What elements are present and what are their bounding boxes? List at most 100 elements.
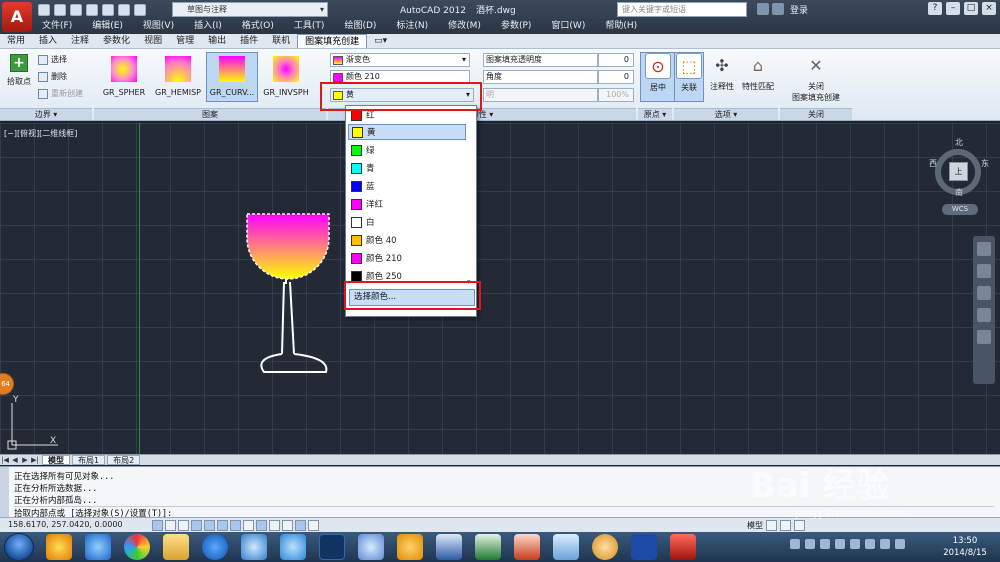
powerpoint-icon[interactable] (514, 534, 540, 560)
origin-panel-title[interactable]: 原点 ▾ (638, 108, 672, 120)
orbit-icon[interactable] (977, 308, 991, 322)
select-objects-button[interactable]: 选择 (38, 54, 67, 65)
tab-layout2[interactable]: 布局2 (107, 455, 141, 465)
wcs-menu[interactable]: WCS (942, 204, 978, 215)
pan-icon[interactable] (977, 264, 991, 278)
tray-icon[interactable] (880, 539, 890, 549)
close-icon[interactable]: × (982, 2, 996, 15)
login-link[interactable]: 登录 (790, 3, 808, 16)
tab-view[interactable]: 视图 (137, 34, 169, 48)
color-option-cyan[interactable]: 青 (348, 160, 466, 176)
browser-icon[interactable] (124, 534, 150, 560)
color-option-210[interactable]: 颜色 210 (348, 250, 466, 266)
tab-online[interactable]: 联机 (265, 34, 297, 48)
user-icon[interactable] (772, 3, 784, 15)
search-input[interactable]: 键入关键字或短语 (617, 2, 747, 17)
angle-field[interactable]: 角度 (483, 70, 598, 84)
glass-bowl[interactable] (246, 213, 330, 280)
transparency-value[interactable]: 0 (598, 53, 634, 67)
drawing-viewport[interactable]: [−][俯视][二维线框] (0, 123, 1000, 454)
compass-north[interactable]: 北 (955, 137, 963, 148)
compass-west[interactable]: 西 (929, 158, 937, 169)
close-hatch-creation-button[interactable]: ✕ 关闭 图案填充创建 (786, 52, 846, 103)
associative-button[interactable]: ⬚ 关联 (674, 52, 704, 102)
color-option-blue[interactable]: 蓝 (348, 178, 466, 194)
command-line-grip[interactable] (0, 467, 9, 518)
menu-dimension[interactable]: 标注(N) (386, 19, 438, 33)
k-app-icon[interactable] (397, 534, 423, 560)
options-panel-title[interactable]: 选项 ▾ (674, 108, 778, 120)
help-icon[interactable]: ? (928, 2, 942, 15)
match-properties-button[interactable]: ⌂ 特性匹配 (740, 52, 776, 102)
minimize-icon[interactable]: – (946, 2, 960, 15)
showmotion-icon[interactable] (977, 330, 991, 344)
ducs-toggle-icon[interactable] (243, 520, 254, 531)
menu-tools[interactable]: 工具(T) (284, 19, 335, 33)
pattern-gr-curved[interactable]: GR_CURV... (206, 52, 258, 102)
compass-east[interactable]: 东 (981, 158, 989, 169)
media-player-icon[interactable] (202, 534, 228, 560)
maximize-icon[interactable]: □ (964, 2, 978, 15)
color-option-yellow[interactable]: 黄 (348, 124, 466, 140)
qq-player-icon[interactable] (241, 534, 267, 560)
set-origin-center-button[interactable]: ⊙ 居中 (640, 52, 676, 102)
menu-parametric[interactable]: 参数(P) (491, 19, 541, 33)
dropdown-scrollbar[interactable] (467, 108, 474, 286)
open-icon[interactable] (54, 3, 66, 16)
workspace-select[interactable]: 草图与注释 (172, 2, 328, 17)
next-layout-icon[interactable]: ▶ (20, 456, 30, 464)
tab-layout1[interactable]: 布局1 (72, 455, 106, 465)
qp-toggle-icon[interactable] (295, 520, 306, 531)
grid-toggle-icon[interactable] (165, 520, 176, 531)
color-option-40[interactable]: 颜色 40 (348, 232, 466, 248)
new-icon[interactable] (38, 3, 50, 16)
prev-layout-icon[interactable]: ◀ (10, 456, 20, 464)
tray-icon[interactable] (835, 539, 845, 549)
tab-manage[interactable]: 管理 (169, 34, 201, 48)
tray-icon[interactable] (790, 539, 800, 549)
menu-file[interactable]: 文件(F) (32, 19, 82, 33)
tab-plugins[interactable]: 插件 (233, 34, 265, 48)
viewcube[interactable]: 上 北 南 东 西 (929, 138, 989, 201)
viewport-label[interactable]: [−][俯视][二维线框] (4, 128, 77, 139)
tab-hatch-creation[interactable]: 图案填充创建 (297, 34, 368, 48)
clock[interactable]: 13:50 2014/8/15 (935, 535, 995, 559)
osnap-toggle-icon[interactable] (204, 520, 215, 531)
menu-modify[interactable]: 修改(M) (438, 19, 491, 33)
bird-icon[interactable] (358, 534, 384, 560)
menu-window[interactable]: 窗口(W) (541, 19, 595, 33)
cloud-icon[interactable] (280, 534, 306, 560)
autocad-taskbar-icon[interactable] (670, 534, 696, 560)
app-icon[interactable] (46, 534, 72, 560)
menu-help[interactable]: 帮助(H) (595, 19, 647, 33)
start-button[interactable] (4, 533, 34, 561)
3dosnap-toggle-icon[interactable] (217, 520, 228, 531)
menu-insert[interactable]: 插入(I) (184, 19, 232, 33)
word-icon[interactable] (436, 534, 462, 560)
color-option-white[interactable]: 白 (348, 214, 466, 230)
help-tray-icon[interactable] (820, 539, 830, 549)
tray-icon[interactable] (805, 539, 815, 549)
hatch-type-select[interactable]: 渐变色 ▾ (330, 53, 470, 67)
viewcube-top-face[interactable]: 上 (949, 162, 968, 181)
ie-icon[interactable] (85, 534, 111, 560)
undo-icon[interactable] (118, 3, 130, 16)
redo-icon[interactable] (134, 3, 146, 16)
tab-model[interactable]: 模型 (42, 455, 70, 465)
compass-south[interactable]: 南 (955, 187, 963, 198)
color-option-green[interactable]: 绿 (348, 142, 466, 158)
pattern-gr-spher[interactable]: GR_SPHER (98, 52, 150, 102)
annotative-button[interactable]: ✣ 注释性 (704, 52, 740, 102)
menu-view[interactable]: 视图(V) (133, 19, 184, 33)
pick-point-button[interactable]: + 拾取点 (4, 54, 34, 87)
snap-toggle-icon[interactable] (152, 520, 163, 531)
steering-wheel-icon[interactable] (977, 242, 991, 256)
pattern-gr-invsph[interactable]: GR_INVSPH (260, 52, 312, 102)
speaker-icon[interactable] (895, 539, 905, 549)
photoshop-icon[interactable] (319, 534, 345, 560)
paint-icon[interactable] (553, 534, 579, 560)
autocad-logo-icon[interactable]: A (2, 2, 32, 32)
remove-boundary-button[interactable]: 删除 (38, 71, 67, 82)
sc-toggle-icon[interactable] (308, 520, 319, 531)
tab-annotate[interactable]: 注释 (64, 34, 96, 48)
